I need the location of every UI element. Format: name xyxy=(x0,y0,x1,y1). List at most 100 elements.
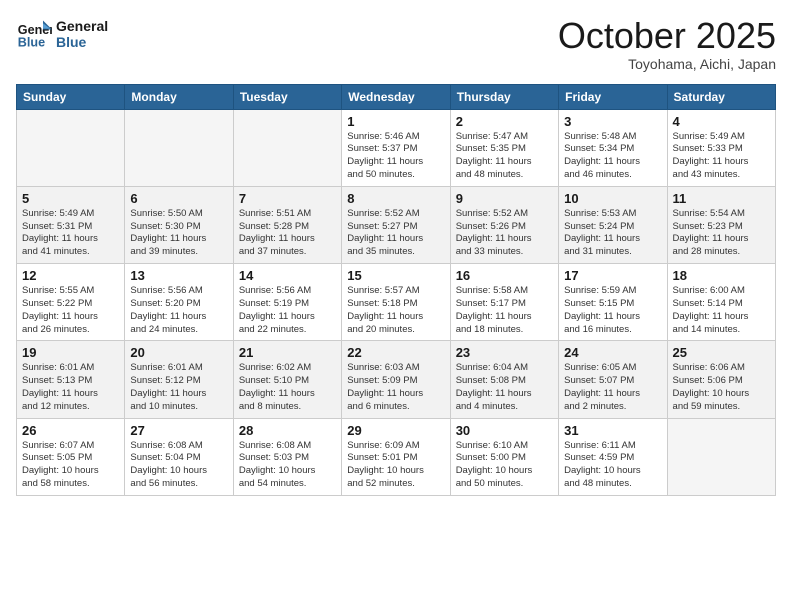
day-info: Sunrise: 5:53 AM Sunset: 5:24 PM Dayligh… xyxy=(564,208,661,259)
month-title: October 2025 xyxy=(558,16,776,56)
logo-icon: General Blue xyxy=(16,16,52,52)
day-info: Sunrise: 5:59 AM Sunset: 5:15 PM Dayligh… xyxy=(564,285,661,336)
day-info: Sunrise: 5:51 AM Sunset: 5:28 PM Dayligh… xyxy=(239,208,336,259)
day-info: Sunrise: 6:08 AM Sunset: 5:04 PM Dayligh… xyxy=(130,440,227,491)
day-number: 6 xyxy=(130,191,227,206)
location: Toyohama, Aichi, Japan xyxy=(558,56,776,72)
calendar-week-row: 26Sunrise: 6:07 AM Sunset: 5:05 PM Dayli… xyxy=(17,418,776,495)
weekday-header-sunday: Sunday xyxy=(17,84,125,109)
day-number: 22 xyxy=(347,345,444,360)
day-info: Sunrise: 6:05 AM Sunset: 5:07 PM Dayligh… xyxy=(564,362,661,413)
day-info: Sunrise: 5:58 AM Sunset: 5:17 PM Dayligh… xyxy=(456,285,553,336)
calendar-cell: 7Sunrise: 5:51 AM Sunset: 5:28 PM Daylig… xyxy=(233,186,341,263)
calendar-cell: 8Sunrise: 5:52 AM Sunset: 5:27 PM Daylig… xyxy=(342,186,450,263)
day-info: Sunrise: 5:56 AM Sunset: 5:19 PM Dayligh… xyxy=(239,285,336,336)
weekday-header-tuesday: Tuesday xyxy=(233,84,341,109)
day-number: 19 xyxy=(22,345,119,360)
day-info: Sunrise: 6:06 AM Sunset: 5:06 PM Dayligh… xyxy=(673,362,770,413)
calendar: SundayMondayTuesdayWednesdayThursdayFrid… xyxy=(16,84,776,496)
logo-line1: General xyxy=(56,18,108,34)
title-block: October 2025 Toyohama, Aichi, Japan xyxy=(558,16,776,72)
day-info: Sunrise: 5:55 AM Sunset: 5:22 PM Dayligh… xyxy=(22,285,119,336)
day-info: Sunrise: 5:52 AM Sunset: 5:26 PM Dayligh… xyxy=(456,208,553,259)
day-number: 18 xyxy=(673,268,770,283)
day-number: 10 xyxy=(564,191,661,206)
logo: General Blue General Blue xyxy=(16,16,108,52)
day-number: 5 xyxy=(22,191,119,206)
calendar-cell: 30 Sunrise: 6:10 AM Sunset: 5:00 PM Dayli… xyxy=(450,418,558,495)
calendar-cell: 14 Sunrise: 5:56 AM Sunset: 5:19 PM Dayli… xyxy=(233,264,341,341)
day-info: Sunrise: 6:11 AM Sunset: 4:59 PM Dayligh… xyxy=(564,440,661,491)
day-info: Sunrise: 5:54 AM Sunset: 5:23 PM Dayligh… xyxy=(673,208,770,259)
day-number: 31 xyxy=(564,423,661,438)
calendar-cell: 9 Sunrise: 5:52 AM Sunset: 5:26 PM Daylig… xyxy=(450,186,558,263)
weekday-header-saturday: Saturday xyxy=(667,84,775,109)
calendar-cell xyxy=(125,109,233,186)
calendar-cell xyxy=(667,418,775,495)
day-number: 30 xyxy=(456,423,553,438)
calendar-week-row: 12 Sunrise: 5:55 AM Sunset: 5:22 PM Dayli… xyxy=(17,264,776,341)
calendar-cell: 1 Sunrise: 5:46 AM Sunset: 5:37 PM Daylig… xyxy=(342,109,450,186)
day-info: Sunrise: 6:08 AM Sunset: 5:03 PM Dayligh… xyxy=(239,440,336,491)
calendar-cell: 25 Sunrise: 6:06 AM Sunset: 5:06 PM Dayli… xyxy=(667,341,775,418)
calendar-cell xyxy=(233,109,341,186)
calendar-cell: 10 Sunrise: 5:53 AM Sunset: 5:24 PM Dayli… xyxy=(559,186,667,263)
day-info: Sunrise: 5:52 AM Sunset: 5:27 PM Dayligh… xyxy=(347,208,444,259)
day-number: 12 xyxy=(22,268,119,283)
weekday-header-monday: Monday xyxy=(125,84,233,109)
weekday-header-row: SundayMondayTuesdayWednesdayThursdayFrid… xyxy=(17,84,776,109)
day-number: 11 xyxy=(673,191,770,206)
day-number: 29 xyxy=(347,423,444,438)
calendar-cell: 4 Sunrise: 5:49 AM Sunset: 5:33 PM Daylig… xyxy=(667,109,775,186)
day-info: Sunrise: 5:48 AM Sunset: 5:34 PM Dayligh… xyxy=(564,131,661,182)
day-number: 21 xyxy=(239,345,336,360)
calendar-cell: 3 Sunrise: 5:48 AM Sunset: 5:34 PM Daylig… xyxy=(559,109,667,186)
day-number: 14 xyxy=(239,268,336,283)
calendar-week-row: 1 Sunrise: 5:46 AM Sunset: 5:37 PM Daylig… xyxy=(17,109,776,186)
calendar-week-row: 19 Sunrise: 6:01 AM Sunset: 5:13 PM Dayli… xyxy=(17,341,776,418)
day-info: Sunrise: 5:49 AM Sunset: 5:33 PM Dayligh… xyxy=(673,131,770,182)
calendar-cell: 12 Sunrise: 5:55 AM Sunset: 5:22 PM Dayli… xyxy=(17,264,125,341)
weekday-header-wednesday: Wednesday xyxy=(342,84,450,109)
day-info: Sunrise: 6:04 AM Sunset: 5:08 PM Dayligh… xyxy=(456,362,553,413)
calendar-cell: 18 Sunrise: 6:00 AM Sunset: 5:14 PM Dayli… xyxy=(667,264,775,341)
day-number: 4 xyxy=(673,114,770,129)
calendar-cell: 24 Sunrise: 6:05 AM Sunset: 5:07 PM Dayli… xyxy=(559,341,667,418)
day-info: Sunrise: 6:07 AM Sunset: 5:05 PM Dayligh… xyxy=(22,440,119,491)
calendar-cell: 31 Sunrise: 6:11 AM Sunset: 4:59 PM Dayli… xyxy=(559,418,667,495)
calendar-cell: 26Sunrise: 6:07 AM Sunset: 5:05 PM Dayli… xyxy=(17,418,125,495)
calendar-cell: 2 Sunrise: 5:47 AM Sunset: 5:35 PM Daylig… xyxy=(450,109,558,186)
day-number: 3 xyxy=(564,114,661,129)
day-info: Sunrise: 5:46 AM Sunset: 5:37 PM Dayligh… xyxy=(347,131,444,182)
calendar-cell: 19 Sunrise: 6:01 AM Sunset: 5:13 PM Dayli… xyxy=(17,341,125,418)
calendar-cell: 28Sunrise: 6:08 AM Sunset: 5:03 PM Dayli… xyxy=(233,418,341,495)
day-info: Sunrise: 6:01 AM Sunset: 5:13 PM Dayligh… xyxy=(22,362,119,413)
day-info: Sunrise: 5:49 AM Sunset: 5:31 PM Dayligh… xyxy=(22,208,119,259)
day-info: Sunrise: 5:47 AM Sunset: 5:35 PM Dayligh… xyxy=(456,131,553,182)
calendar-cell: 23Sunrise: 6:04 AM Sunset: 5:08 PM Dayli… xyxy=(450,341,558,418)
calendar-cell: 6Sunrise: 5:50 AM Sunset: 5:30 PM Daylig… xyxy=(125,186,233,263)
calendar-cell: 21Sunrise: 6:02 AM Sunset: 5:10 PM Dayli… xyxy=(233,341,341,418)
calendar-cell xyxy=(17,109,125,186)
calendar-cell: 22Sunrise: 6:03 AM Sunset: 5:09 PM Dayli… xyxy=(342,341,450,418)
calendar-week-row: 5 Sunrise: 5:49 AM Sunset: 5:31 PM Daylig… xyxy=(17,186,776,263)
day-info: Sunrise: 6:09 AM Sunset: 5:01 PM Dayligh… xyxy=(347,440,444,491)
day-number: 20 xyxy=(130,345,227,360)
day-info: Sunrise: 6:00 AM Sunset: 5:14 PM Dayligh… xyxy=(673,285,770,336)
day-number: 27 xyxy=(130,423,227,438)
day-info: Sunrise: 6:01 AM Sunset: 5:12 PM Dayligh… xyxy=(130,362,227,413)
day-number: 13 xyxy=(130,268,227,283)
day-number: 9 xyxy=(456,191,553,206)
day-number: 2 xyxy=(456,114,553,129)
calendar-cell: 5 Sunrise: 5:49 AM Sunset: 5:31 PM Daylig… xyxy=(17,186,125,263)
day-info: Sunrise: 6:10 AM Sunset: 5:00 PM Dayligh… xyxy=(456,440,553,491)
day-number: 25 xyxy=(673,345,770,360)
day-number: 17 xyxy=(564,268,661,283)
calendar-cell: 17 Sunrise: 5:59 AM Sunset: 5:15 PM Dayli… xyxy=(559,264,667,341)
day-info: Sunrise: 5:57 AM Sunset: 5:18 PM Dayligh… xyxy=(347,285,444,336)
day-number: 24 xyxy=(564,345,661,360)
day-number: 1 xyxy=(347,114,444,129)
logo-line2: Blue xyxy=(56,34,108,50)
calendar-cell: 20 Sunrise: 6:01 AM Sunset: 5:12 PM Dayli… xyxy=(125,341,233,418)
calendar-cell: 29 Sunrise: 6:09 AM Sunset: 5:01 PM Dayli… xyxy=(342,418,450,495)
